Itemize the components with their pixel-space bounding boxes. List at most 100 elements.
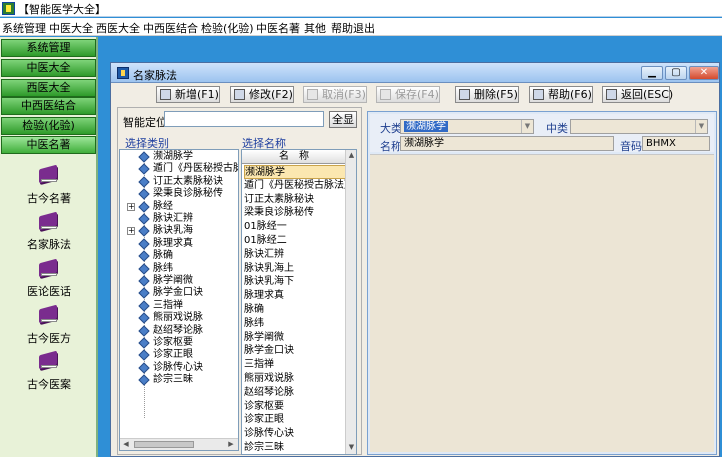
minimize-button[interactable]: ▁	[641, 66, 663, 80]
nav-tcm[interactable]: 中医大全	[1, 59, 96, 77]
tree-item-label: 订正太素脉秘诀	[153, 175, 223, 187]
list-item[interactable]: 三指禅	[244, 358, 346, 372]
tree-item-label: 诊脉传心诀	[153, 361, 203, 373]
app-titlebar: 【智能医学大全】	[0, 0, 722, 17]
scroll-left-icon[interactable]: ◀	[121, 440, 131, 449]
expand-icon[interactable]: +	[127, 202, 135, 211]
folder-diamond-icon	[138, 287, 150, 300]
add-button[interactable]: 新增(F1)	[156, 86, 220, 103]
list-item[interactable]: 01脉经二	[244, 234, 346, 248]
close-button[interactable]: ✕	[689, 66, 719, 80]
tree-item-label: 脉诀汇辨	[153, 213, 193, 224]
show-all-button[interactable]: 全显	[329, 111, 357, 128]
edit-button[interactable]: 修改(F2)	[230, 86, 294, 103]
list-item[interactable]: 诊家正眼	[244, 413, 346, 427]
cancel-icon	[307, 89, 318, 100]
pinyin-code-field[interactable]: BHMX	[642, 136, 710, 151]
list-item[interactable]: 脉理求真	[244, 289, 346, 303]
tree-item-label: 脉纬	[153, 262, 173, 274]
menu-tcm[interactable]: 中医大全	[49, 20, 93, 36]
help-button[interactable]: 帮助(F6)	[529, 86, 593, 103]
menu-help-exit[interactable]: 帮助退出	[331, 20, 375, 36]
scroll-thumb[interactable]	[134, 441, 194, 448]
menu-western[interactable]: 西医大全	[96, 20, 140, 36]
list-item[interactable]: 诊脉传心诀	[244, 427, 346, 441]
folder-diamond-icon	[138, 349, 150, 362]
back-icon	[606, 89, 617, 100]
expand-icon[interactable]: +	[127, 227, 135, 236]
tree-item-label: 診宗三昧	[153, 374, 193, 386]
nav-system[interactable]: 系统管理	[1, 39, 96, 57]
list-item[interactable]: 脉纬	[244, 317, 346, 331]
list-vscrollbar[interactable]: ▲ ▼	[345, 150, 356, 454]
chevron-down-icon[interactable]: ▼	[695, 120, 707, 133]
cancel-button[interactable]: 取消(F3)	[303, 86, 367, 103]
scissors-icon	[459, 89, 470, 100]
folder-diamond-icon	[138, 213, 150, 225]
back-button[interactable]: 返回(ESC)	[602, 86, 673, 103]
menu-classics[interactable]: 中医名著	[256, 20, 300, 36]
nav-western[interactable]: 西医大全	[1, 79, 96, 97]
mingcheng-label: 名称	[380, 140, 402, 153]
list-item[interactable]: 订正太素脉秘诀	[244, 193, 346, 207]
list-item[interactable]: 熊丽戏说脉	[244, 372, 346, 386]
name-list[interactable]: 名 称 濒湖脉学 遁门《丹医秘授古脉法》 订正太素脉秘诀 梁秉良诊脉秘传 01脉经一 01…	[241, 149, 357, 455]
book-icon[interactable]	[37, 211, 61, 232]
nav-integrated[interactable]: 中西医结合	[1, 97, 96, 115]
book-icon[interactable]	[37, 350, 61, 371]
folder-diamond-icon	[138, 151, 150, 163]
edit-icon	[234, 89, 245, 100]
nav-lab[interactable]: 检验(化验)	[1, 117, 96, 135]
app-icon	[2, 2, 15, 15]
book-label-cases[interactable]: 古今医案	[0, 376, 98, 392]
search-input[interactable]	[164, 111, 324, 127]
list-item[interactable]: 診宗三昧	[244, 441, 346, 454]
menu-lab[interactable]: 检验(化验)	[201, 20, 254, 36]
menu-other[interactable]: 其他	[304, 20, 326, 36]
list-item[interactable]: 脉确	[244, 303, 346, 317]
tree-item-label: 脉学阐微	[153, 275, 193, 286]
book-label-pulse[interactable]: 名家脉法	[0, 236, 98, 252]
maximize-button[interactable]: ▢	[665, 66, 687, 80]
list-item[interactable]: 遁门《丹医秘授古脉法》	[244, 179, 346, 193]
detail-pane: 大类 濒湖脉学 ▼ 中类 ▼ 名称 濒湖脉学 音码 BHMX	[367, 111, 717, 455]
list-item[interactable]: 梁秉良诊脉秘传	[244, 206, 346, 220]
scroll-up-icon[interactable]: ▲	[347, 151, 356, 160]
list-item[interactable]: 脉学金口诀	[244, 344, 346, 358]
category-tree[interactable]: 濒湖脉学 遁门《丹医秘授古脉 订正太素脉秘诀 梁秉良诊脉秘传 + 脉经 脉诀汇辨 + 脉诀乳海脉…	[119, 149, 239, 451]
name-field[interactable]: 濒湖脉学	[400, 136, 614, 151]
tree-item-label: 濒湖脉学	[153, 151, 193, 162]
book-icon[interactable]	[37, 164, 61, 185]
save-button[interactable]: 保存(F4)	[376, 86, 440, 103]
delete-button[interactable]: 删除(F5)	[455, 86, 519, 103]
tree-item-label: 熊丽戏说脉	[153, 312, 203, 324]
list-item[interactable]: 脉诀汇辨	[244, 248, 346, 262]
list-item[interactable]: 诊家枢要	[244, 400, 346, 414]
tree-item-label: 赵绍琴论脉	[153, 324, 203, 336]
book-label-classics[interactable]: 古今名著	[0, 190, 98, 206]
chevron-down-icon[interactable]: ▼	[521, 120, 533, 133]
content-area[interactable]	[370, 154, 714, 452]
book-icon[interactable]	[37, 304, 61, 325]
scroll-right-icon[interactable]: ▶	[226, 440, 236, 449]
list-item[interactable]: 濒湖脉学	[244, 165, 346, 179]
list-item[interactable]: 脉学阐微	[244, 331, 346, 345]
window-titlebar[interactable]: 名家脉法 ▁ ▢ ✕	[111, 63, 719, 83]
dalei-select[interactable]: 濒湖脉学 ▼	[400, 119, 534, 134]
list-item[interactable]: 赵绍琴论脉	[244, 386, 346, 400]
nav-classics[interactable]: 中医名著	[1, 136, 96, 154]
menu-system[interactable]: 系统管理	[2, 20, 46, 36]
search-label: 智能定位	[123, 116, 167, 129]
tree-hscrollbar[interactable]: ◀ ▶	[120, 438, 238, 450]
list-item[interactable]: 01脉经一	[244, 220, 346, 234]
book-label-discourse[interactable]: 医论医话	[0, 283, 98, 299]
book-label-formulas[interactable]: 古今医方	[0, 330, 98, 346]
book-icon[interactable]	[37, 258, 61, 279]
list-item[interactable]: 脉诀乳海下	[244, 275, 346, 289]
zhonglei-select[interactable]: ▼	[570, 119, 708, 134]
menu-integrated[interactable]: 中西医结合	[143, 20, 198, 36]
folder-diamond-icon	[138, 163, 150, 176]
list-item[interactable]: 脉诀乳海上	[244, 262, 346, 276]
scroll-down-icon[interactable]: ▼	[347, 443, 356, 452]
tree-item-label: 脉经	[153, 200, 173, 212]
